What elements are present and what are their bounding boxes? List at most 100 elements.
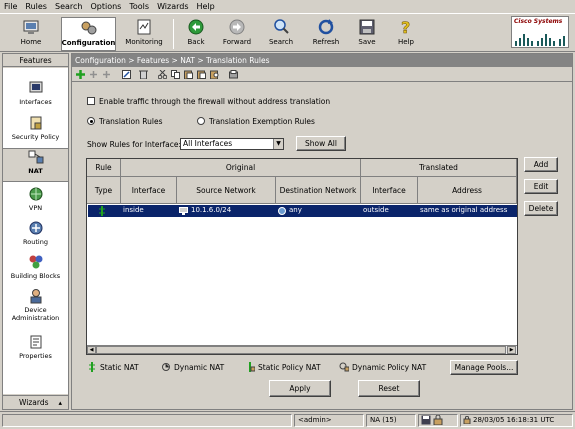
refresh-icon bbox=[317, 18, 335, 36]
search-button[interactable]: Search bbox=[265, 17, 297, 51]
column-source-network[interactable]: Source Network bbox=[177, 177, 276, 204]
sidebar-item-vpn[interactable]: VPN bbox=[3, 186, 68, 220]
show-all-button[interactable]: Show All bbox=[296, 136, 346, 151]
paste-icon[interactable] bbox=[184, 70, 193, 79]
horizontal-scrollbar[interactable]: ◀ ▶ bbox=[87, 345, 517, 354]
exemption-rules-label: Translation Exemption Rules bbox=[209, 117, 315, 126]
interfaces-icon bbox=[29, 81, 42, 93]
apply-button[interactable]: Apply bbox=[269, 380, 331, 397]
home-button[interactable]: Home bbox=[8, 17, 54, 51]
sidebar-item-nat[interactable]: NAT bbox=[3, 148, 68, 182]
save-button[interactable]: Save bbox=[353, 17, 381, 51]
scroll-left-icon[interactable]: ◀ bbox=[87, 346, 96, 354]
status-datetime-text: 28/03/05 16:18:31 UTC bbox=[473, 416, 555, 424]
scroll-thumb[interactable] bbox=[96, 346, 506, 354]
svg-text:?: ? bbox=[401, 18, 410, 36]
column-translated-interface[interactable]: Interface bbox=[361, 177, 418, 204]
interface-select-value: All Interfaces bbox=[183, 139, 233, 148]
sidebar-item-label: Device Administration bbox=[11, 306, 60, 322]
lock-icon bbox=[463, 416, 471, 424]
exemption-rules-radio[interactable] bbox=[197, 117, 205, 125]
sidebar-item-interfaces[interactable]: Interfaces bbox=[3, 80, 68, 114]
rules-toolbar bbox=[72, 68, 572, 82]
copy-icon[interactable] bbox=[171, 70, 180, 79]
status-privilege-level: NA (15) bbox=[366, 414, 416, 427]
sidebar-item-label: NAT bbox=[28, 167, 43, 175]
table-row[interactable]: inside 10.1.6.0/24 any outside same as o… bbox=[88, 205, 517, 217]
toolbar: Home Configuration Monitoring Back Forwa… bbox=[0, 13, 575, 52]
menu-tools[interactable]: Tools bbox=[125, 0, 153, 13]
menu-rules[interactable]: Rules bbox=[21, 0, 51, 13]
sidebar-item-device-administration[interactable]: Device Administration bbox=[3, 288, 68, 332]
refresh-button[interactable]: Refresh bbox=[309, 17, 343, 51]
monitoring-icon bbox=[135, 18, 153, 36]
interface-select[interactable]: All Interfaces ▼ bbox=[180, 138, 284, 150]
forward-button[interactable]: Forward bbox=[219, 17, 255, 51]
status-bar: <admin> NA (15) 28/03/05 16:18:31 UTC bbox=[0, 411, 575, 429]
cell-address: same as original address bbox=[420, 206, 508, 214]
find-icon[interactable] bbox=[210, 70, 219, 79]
translation-rules-radio[interactable] bbox=[87, 117, 95, 125]
add-button[interactable]: Add bbox=[524, 157, 558, 172]
help-question-icon: ? bbox=[397, 18, 415, 36]
configuration-button[interactable]: Configuration bbox=[61, 17, 116, 51]
cisco-logo: Cisco Systems bbox=[511, 16, 569, 48]
menu-wizards[interactable]: Wizards bbox=[153, 0, 192, 13]
sidebar-item-properties[interactable]: Properties bbox=[3, 334, 68, 368]
save-disk-icon bbox=[358, 18, 376, 36]
add-rule-icon[interactable] bbox=[76, 70, 85, 79]
dynamic-policy-nat-icon bbox=[339, 362, 349, 372]
sidebar-item-routing[interactable]: Routing bbox=[3, 220, 68, 254]
routing-icon bbox=[29, 221, 42, 235]
enable-traffic-checkbox[interactable] bbox=[87, 97, 95, 105]
edit-icon[interactable] bbox=[122, 70, 131, 79]
sidebar-item-building-blocks[interactable]: Building Blocks bbox=[3, 254, 68, 288]
delete-button[interactable]: Delete bbox=[524, 201, 558, 216]
network-icon bbox=[179, 207, 188, 215]
monitoring-button[interactable]: Monitoring bbox=[122, 17, 166, 51]
cell-translated-interface: outside bbox=[363, 206, 389, 214]
legend-label: Static NAT bbox=[100, 362, 139, 372]
sidebar-item-security-policy[interactable]: Security Policy bbox=[3, 115, 68, 149]
column-destination-network[interactable]: Destination Network bbox=[276, 177, 361, 204]
packet-tracer-icon[interactable] bbox=[229, 70, 238, 79]
header-rule: Rule bbox=[87, 159, 121, 177]
sidebar-item-label: Security Policy bbox=[11, 133, 60, 141]
reset-button[interactable]: Reset bbox=[358, 380, 420, 397]
column-type[interactable]: Type bbox=[87, 177, 121, 204]
wizards-button[interactable]: Wizards ▴ bbox=[3, 395, 68, 409]
paste-after-icon[interactable] bbox=[197, 70, 206, 79]
sidebar-item-label: Building Blocks bbox=[10, 272, 61, 280]
status-user: <admin> bbox=[294, 414, 364, 427]
properties-icon bbox=[30, 335, 41, 349]
scroll-right-icon[interactable]: ▶ bbox=[507, 346, 516, 354]
menu-search[interactable]: Search bbox=[51, 0, 86, 13]
menu-help[interactable]: Help bbox=[193, 0, 219, 13]
forward-label: Forward bbox=[222, 38, 252, 46]
edit-button[interactable]: Edit bbox=[524, 179, 558, 194]
column-address[interactable]: Address bbox=[418, 177, 517, 204]
vpn-icon bbox=[29, 187, 42, 201]
menu-bar: File Rules Search Options Tools Wizards … bbox=[0, 0, 575, 13]
wizards-expand-icon: ▴ bbox=[58, 399, 62, 407]
save-disk-icon bbox=[421, 415, 431, 425]
manage-pools-button[interactable]: Manage Pools... bbox=[450, 360, 518, 375]
header-original: Original bbox=[121, 159, 361, 177]
back-button[interactable]: Back bbox=[181, 17, 211, 51]
legend-label: Static Policy NAT bbox=[258, 362, 321, 372]
back-label: Back bbox=[187, 38, 205, 46]
status-datetime: 28/03/05 16:18:31 UTC bbox=[460, 414, 573, 427]
menu-file[interactable]: File bbox=[0, 0, 21, 13]
menu-options[interactable]: Options bbox=[86, 0, 125, 13]
static-policy-nat-icon bbox=[249, 362, 255, 372]
legend-static-policy-nat: Static Policy NAT bbox=[245, 362, 321, 372]
back-arrow-icon bbox=[187, 18, 205, 36]
delete-icon[interactable] bbox=[139, 70, 148, 79]
cut-icon[interactable] bbox=[158, 70, 167, 79]
insert-after-icon[interactable] bbox=[102, 70, 111, 79]
status-message bbox=[2, 414, 292, 427]
building-blocks-icon bbox=[29, 255, 42, 269]
insert-before-icon[interactable] bbox=[89, 70, 98, 79]
column-interface[interactable]: Interface bbox=[121, 177, 177, 204]
help-button[interactable]: ? Help bbox=[393, 17, 419, 51]
